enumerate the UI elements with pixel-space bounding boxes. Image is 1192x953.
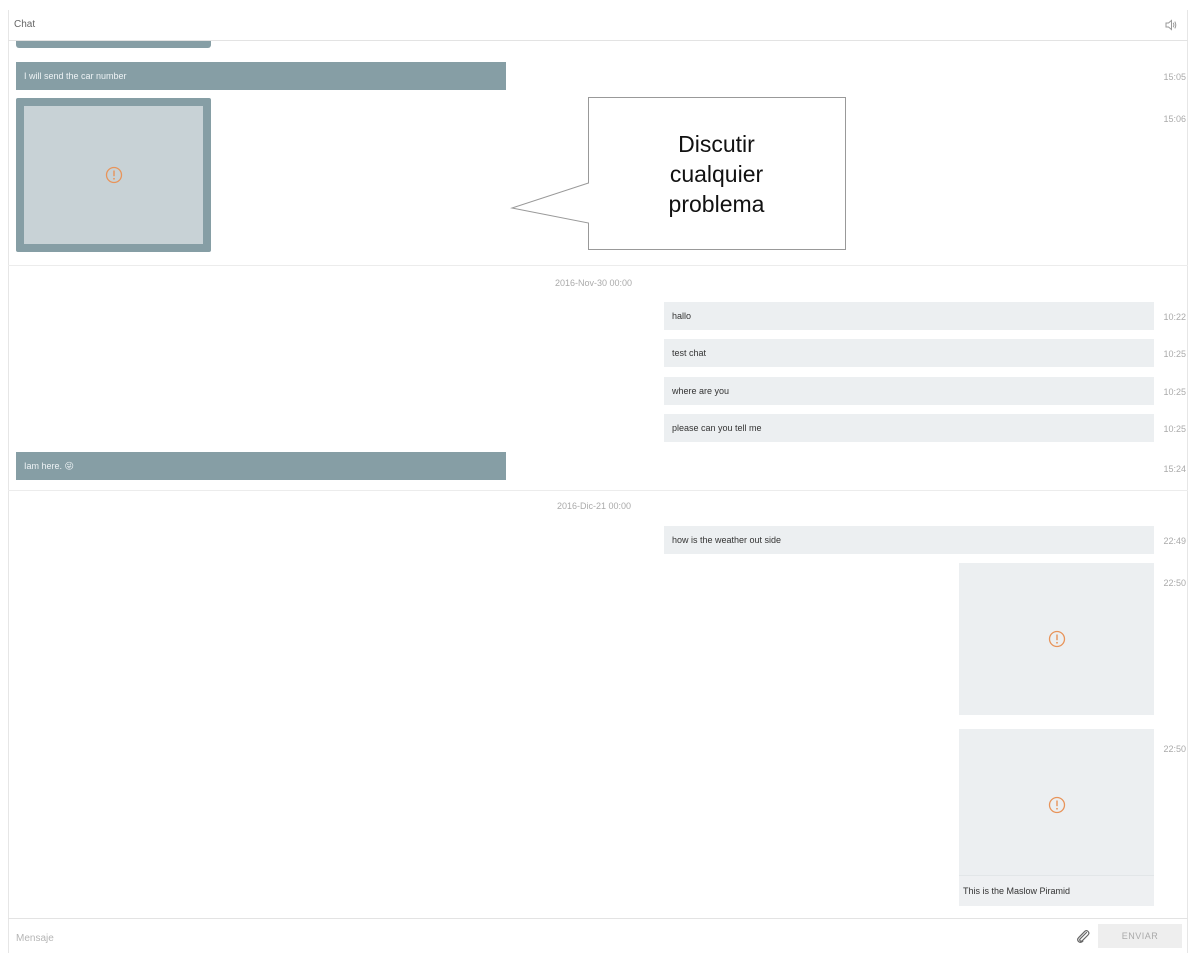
message-text: test chat: [672, 348, 707, 358]
message-time: 10:25: [1163, 349, 1186, 359]
message-time: 22:50: [1163, 578, 1186, 588]
message-bubble[interactable]: how is the weather out side: [664, 526, 1154, 554]
message-bubble[interactable]: please can you tell me: [664, 414, 1154, 442]
chat-header: Chat: [8, 10, 1188, 41]
warning-circle-icon: [1048, 630, 1066, 648]
message-text: please can you tell me: [672, 423, 762, 433]
message-time: 10:22: [1163, 312, 1186, 322]
message-text: where are you: [672, 386, 730, 396]
callout-line: cualquier: [669, 161, 764, 187]
message-time: 15:05: [1163, 72, 1186, 82]
warning-circle-icon: [1048, 796, 1066, 814]
message-text: I will send the car number: [24, 71, 127, 81]
callout-line: Discutir: [678, 131, 755, 157]
message-composer: ENVIAR: [8, 918, 1188, 953]
paperclip-icon[interactable]: [1075, 928, 1091, 944]
speaker-icon[interactable]: [1164, 18, 1178, 32]
day-divider: [8, 265, 1188, 266]
date-separator: 2016-Dic-21 00:00: [557, 501, 632, 511]
message-bubble[interactable]: test chat: [664, 339, 1154, 367]
message-time: 15:06: [1163, 114, 1186, 124]
image-message[interactable]: This is the Maslow Piramid: [959, 729, 1154, 906]
callout-text: Discutir cualquier problema: [588, 98, 845, 250]
message-text: hallo: [672, 311, 692, 321]
day-divider: [8, 490, 1188, 491]
message-bubble[interactable]: Iam here. 😜: [16, 452, 506, 480]
message-time: 15:24: [1163, 464, 1186, 474]
image-message[interactable]: [959, 563, 1154, 715]
message-input[interactable]: [14, 927, 1068, 949]
message-time: 22:50: [1163, 744, 1186, 754]
message-time: 22:49: [1163, 536, 1186, 546]
message-time: 10:25: [1163, 387, 1186, 397]
image-caption: This is the Maslow Piramid: [963, 886, 1071, 896]
callout-line: problema: [668, 191, 765, 217]
warning-circle-icon: [105, 166, 123, 184]
message-bubble[interactable]: hallo: [664, 302, 1154, 330]
chat-title: Chat: [14, 19, 36, 30]
message-bubble[interactable]: I will send the car number: [16, 62, 506, 90]
message-bubble-partial: [16, 41, 211, 48]
message-time: 10:25: [1163, 424, 1186, 434]
date-separator: 2016-Nov-30 00:00: [555, 278, 633, 288]
image-message[interactable]: [16, 98, 211, 252]
send-button[interactable]: ENVIAR: [1098, 924, 1182, 948]
message-text: how is the weather out side: [672, 535, 782, 545]
message-text: Iam here. 😜: [24, 460, 74, 471]
message-bubble[interactable]: where are you: [664, 377, 1154, 405]
